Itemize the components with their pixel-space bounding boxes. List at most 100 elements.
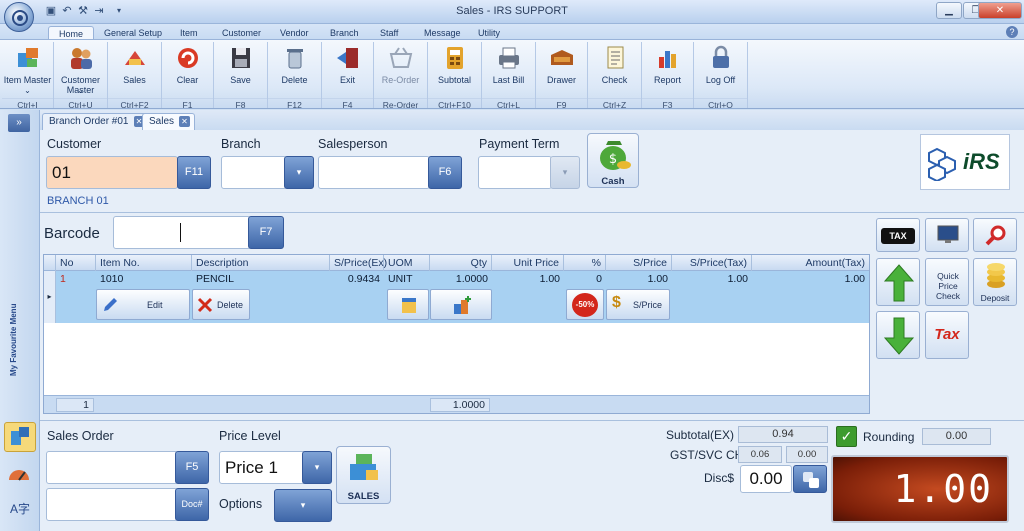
branch-dropdown-button[interactable]: ▾ bbox=[284, 156, 314, 189]
check-button[interactable]: Check Ctrl+Z bbox=[588, 42, 642, 110]
tax-button[interactable]: Tax bbox=[925, 311, 969, 359]
payment-term-select[interactable] bbox=[478, 156, 552, 189]
branch-select[interactable] bbox=[221, 156, 287, 189]
cell-unit-price: 1.00 bbox=[539, 273, 560, 285]
search-item-button[interactable] bbox=[973, 218, 1017, 252]
favourite-menu-label: My Favourite Menu bbox=[9, 303, 18, 377]
help-icon[interactable]: ? bbox=[1006, 26, 1018, 38]
sprice-button[interactable]: $ S/Price bbox=[606, 289, 670, 320]
salesperson-input[interactable] bbox=[318, 156, 430, 189]
text-cursor bbox=[180, 223, 181, 242]
col-percent: % bbox=[564, 255, 606, 271]
last-bill-button[interactable]: Last Bill Ctrl+L bbox=[482, 42, 536, 110]
document-number-button[interactable]: Doc# bbox=[175, 488, 209, 521]
item-master-button[interactable]: Item Master ⌄ Ctrl+I bbox=[2, 42, 54, 110]
cell-item-no: 1010 bbox=[100, 273, 124, 285]
tab-utility[interactable]: Utility bbox=[468, 26, 510, 40]
tab-message[interactable]: Message bbox=[414, 26, 471, 40]
tab-home[interactable]: Home bbox=[48, 26, 95, 40]
tab-item[interactable]: Item bbox=[170, 26, 208, 40]
sidebar-dashboard-button[interactable] bbox=[4, 460, 36, 490]
customer-display-button[interactable] bbox=[925, 218, 969, 252]
app-logo-icon bbox=[12, 10, 28, 26]
clear-button[interactable]: Clear F1 bbox=[162, 42, 214, 110]
barcode-label: Barcode bbox=[44, 225, 100, 242]
rounding-checkbox[interactable]: ✓ bbox=[836, 426, 857, 447]
barcode-input[interactable] bbox=[113, 216, 251, 249]
discount-calc-button[interactable] bbox=[793, 465, 827, 493]
box-icon bbox=[17, 48, 38, 67]
language-icon[interactable]: A字 bbox=[4, 494, 36, 524]
salesperson-lookup-button[interactable]: F6 bbox=[428, 156, 462, 189]
logo-text: iRS bbox=[963, 149, 1000, 174]
edit-row-button[interactable]: Edit bbox=[96, 289, 190, 320]
taxi-tax-icon: TAX bbox=[881, 228, 915, 244]
report-button[interactable]: Report F3 bbox=[642, 42, 694, 110]
rounding-label: Rounding bbox=[863, 430, 915, 444]
tab-vendor[interactable]: Vendor bbox=[270, 26, 319, 40]
row-selector-header bbox=[44, 255, 56, 271]
close-tab-icon[interactable]: ✕ bbox=[179, 115, 191, 127]
price-level-dropdown-button[interactable]: ▾ bbox=[302, 451, 332, 484]
sales-order-lookup-button[interactable]: F5 bbox=[175, 451, 209, 484]
deposit-button[interactable]: Deposit bbox=[973, 258, 1017, 306]
tab-branch[interactable]: Branch bbox=[320, 26, 369, 40]
branch-label: Branch bbox=[221, 137, 261, 151]
document-number-input[interactable] bbox=[46, 488, 178, 521]
col-description: Description bbox=[192, 255, 330, 271]
price-level-select[interactable]: Price 1 bbox=[219, 451, 307, 484]
red-x-icon bbox=[197, 297, 213, 313]
cash-button[interactable]: $ Cash bbox=[587, 133, 639, 188]
sales-order-input[interactable] bbox=[46, 451, 178, 484]
discount-input[interactable]: 0.00 bbox=[740, 465, 792, 493]
discount-button[interactable]: -50% bbox=[566, 289, 604, 320]
col-no: No bbox=[56, 255, 96, 271]
payment-term-dropdown-button: ▾ bbox=[550, 156, 580, 189]
clear-icon bbox=[177, 48, 198, 68]
uom-button[interactable] bbox=[387, 289, 429, 320]
subtotal-value: 0.94 bbox=[738, 426, 828, 443]
exit-icon bbox=[336, 48, 358, 68]
move-down-button[interactable] bbox=[876, 311, 920, 359]
exit-button[interactable]: Exit F4 bbox=[322, 42, 374, 110]
customer-lookup-button[interactable]: F11 bbox=[177, 156, 211, 189]
coins-icon bbox=[987, 263, 1005, 288]
application-orb[interactable] bbox=[4, 2, 34, 32]
customer-input[interactable]: 01 bbox=[46, 156, 178, 189]
drawer-icon bbox=[550, 50, 573, 65]
options-dropdown-button[interactable]: ▾ bbox=[274, 489, 332, 522]
tab-staff[interactable]: Staff bbox=[370, 26, 408, 40]
col-unit-price: Unit Price bbox=[492, 255, 564, 271]
sidebar-modules-button[interactable] bbox=[4, 422, 36, 452]
delete-row-button[interactable]: Delete bbox=[192, 289, 250, 320]
log-off-button[interactable]: Log Off Ctrl+O bbox=[694, 42, 748, 110]
total-display: 1.00 bbox=[831, 455, 1009, 523]
subtotal-button[interactable]: Subtotal Ctrl+F10 bbox=[428, 42, 482, 110]
quick-price-check-button[interactable]: Quick Price Check bbox=[925, 258, 969, 306]
save-button[interactable]: Save F8 bbox=[214, 42, 268, 110]
sidebar-expand-button[interactable]: » bbox=[8, 114, 30, 132]
tax-badge-button[interactable]: TAX bbox=[876, 218, 920, 252]
move-up-button[interactable] bbox=[876, 258, 920, 306]
barcode-lookup-button[interactable]: F7 bbox=[248, 216, 284, 249]
close-window-button[interactable]: ✕ bbox=[978, 2, 1022, 19]
tab-general-setup[interactable]: General Setup bbox=[94, 26, 172, 40]
table-row[interactable]: ▸ 1 1010 PENCIL 0.9434 UNIT 1.0000 1.00 … bbox=[44, 271, 869, 323]
customer-master-button[interactable]: Customer Master ⌄ Ctrl+U bbox=[54, 42, 108, 110]
sales-ribbon-button[interactable]: Sales Ctrl+F2 bbox=[108, 42, 162, 110]
footer-count: 1 bbox=[56, 398, 94, 412]
doc-tab-sales[interactable]: Sales ✕ bbox=[142, 113, 196, 130]
separator bbox=[40, 420, 1024, 421]
arrow-up-icon bbox=[883, 264, 915, 302]
doc-tab-branch-order[interactable]: Branch Order #01 ✕ bbox=[42, 113, 150, 130]
monitor-icon bbox=[937, 225, 959, 243]
minimize-button[interactable]: ▁ bbox=[936, 2, 962, 19]
sales-item-grid: No Item No. Description S/Price(Ex) UOM … bbox=[43, 254, 870, 414]
checklist-icon bbox=[607, 46, 623, 69]
sales-button[interactable]: SALES bbox=[336, 446, 391, 504]
payment-term-label: Payment Term bbox=[479, 137, 560, 151]
drawer-button[interactable]: Drawer F9 bbox=[536, 42, 588, 110]
qty-button[interactable] bbox=[430, 289, 492, 320]
tab-customer[interactable]: Customer bbox=[212, 26, 271, 40]
delete-button[interactable]: Delete F12 bbox=[268, 42, 322, 110]
